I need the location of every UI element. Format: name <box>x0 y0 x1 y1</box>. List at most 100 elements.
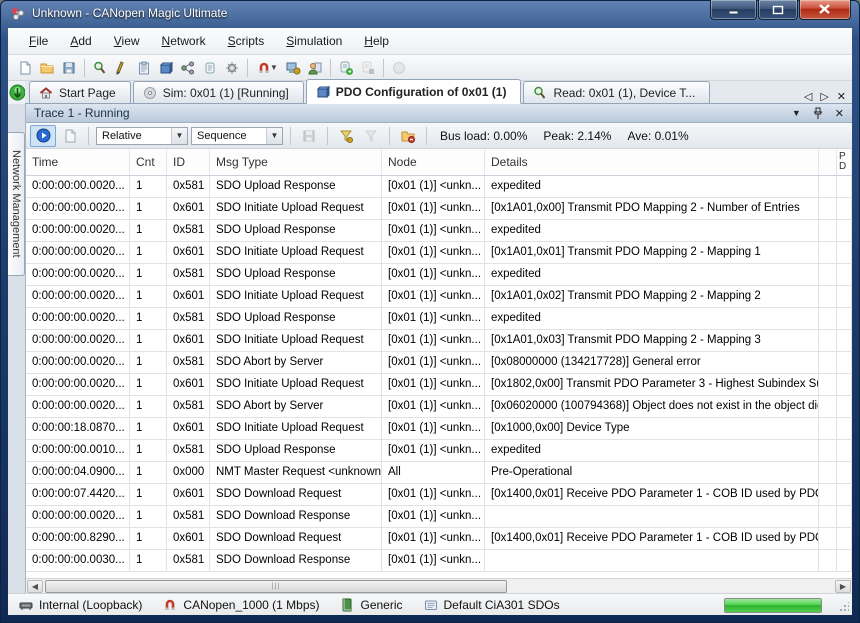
node-simulation-button[interactable] <box>282 58 304 78</box>
sdo-file-icon <box>423 597 439 613</box>
menu-simulation[interactable]: Simulation <box>275 30 353 52</box>
script-stop-button[interactable] <box>357 58 379 78</box>
tab-pdo-configuration-of-0x01-1[interactable]: PDO Configuration of 0x01 (1) <box>306 79 522 104</box>
horizontal-scrollbar[interactable]: ◀ ||| ▶ <box>26 578 852 593</box>
status-item-generic[interactable]: Generic <box>339 597 402 613</box>
trace-table-body: 0:00:00:00.0020...10x581SDO Upload Respo… <box>26 176 852 578</box>
table-row[interactable]: 0:00:00:00.0020...10x601SDO Initiate Upl… <box>26 374 852 396</box>
table-row[interactable]: 0:00:00:00.8290...10x601SDO Download Req… <box>26 528 852 550</box>
table-row[interactable]: 0:00:00:00.0020...10x601SDO Initiate Upl… <box>26 286 852 308</box>
write-button[interactable] <box>111 58 133 78</box>
minimize-button[interactable] <box>710 0 757 20</box>
filter-clear-button[interactable] <box>360 126 382 146</box>
new-document-button[interactable] <box>14 58 36 78</box>
menu-view[interactable]: View <box>103 30 151 52</box>
open-folder-button[interactable] <box>36 58 58 78</box>
tab-start-page[interactable]: Start Page <box>29 81 131 103</box>
tab-scroll-right-icon[interactable]: ▷ <box>820 90 828 103</box>
cell-spacer <box>819 440 837 462</box>
menu-scripts[interactable]: Scripts <box>217 30 276 52</box>
cell-details: expedited <box>485 220 819 242</box>
table-row[interactable]: 0:00:00:00.0020...10x581SDO Upload Respo… <box>26 308 852 330</box>
device-icon <box>18 597 34 613</box>
pin-icon[interactable] <box>813 105 823 121</box>
pdo-configuration-button[interactable] <box>155 58 177 78</box>
status-item-default-cia301-sdos[interactable]: Default CiA301 SDOs <box>423 597 560 613</box>
script-start-button[interactable] <box>335 58 357 78</box>
tab-close-icon[interactable]: ✕ <box>837 90 846 103</box>
cell-spacer <box>819 220 837 242</box>
main-toolbar: ▼ <box>8 55 852 81</box>
table-row[interactable]: 0:00:00:00.0020...10x581SDO Upload Respo… <box>26 264 852 286</box>
table-row[interactable]: 0:00:00:00.0020...10x601SDO Initiate Upl… <box>26 330 852 352</box>
time-mode-select[interactable]: Relative ▼ <box>96 127 188 145</box>
column-header-msg-type[interactable]: Msg Type <box>210 149 382 175</box>
scan-network-button[interactable] <box>89 58 111 78</box>
scroll-right-arrow-icon[interactable]: ▶ <box>835 580 851 593</box>
scrollbar-thumb[interactable]: ||| <box>45 580 507 593</box>
status-item-internal-loopback[interactable]: Internal (Loopback) <box>18 597 142 613</box>
tab-scroll-left-icon[interactable]: ◁ <box>804 90 812 103</box>
cell-id: 0x601 <box>167 528 210 550</box>
table-row[interactable]: 0:00:00:00.0030...10x581SDO Download Res… <box>26 550 852 572</box>
status-item-label: Generic <box>360 598 402 612</box>
order-mode-select[interactable]: Sequence ▼ <box>191 127 283 145</box>
tab-sim-0x01-1-running[interactable]: Sim: 0x01 (1) [Running] <box>133 81 304 103</box>
column-header-details[interactable]: Details <box>485 149 819 175</box>
chevron-down-icon[interactable]: ▼ <box>270 63 278 72</box>
pause-display-button[interactable] <box>59 126 81 146</box>
stop-button[interactable] <box>388 58 410 78</box>
table-row[interactable]: 0:00:00:04.0900...10x000NMT Master Reque… <box>26 462 852 484</box>
chevron-down-icon[interactable]: ▼ <box>266 128 282 144</box>
column-header-id[interactable]: ID <box>167 149 210 175</box>
resize-grip[interactable] <box>839 602 849 612</box>
filter-apply-button[interactable] <box>335 126 357 146</box>
maximize-button[interactable] <box>758 0 798 20</box>
window-maximize-icon <box>770 2 786 18</box>
title-bar[interactable]: Unknown - CANopen Magic Ultimate <box>0 0 860 28</box>
network-management-icon[interactable] <box>9 84 26 101</box>
column-header-node[interactable]: Node <box>382 149 485 175</box>
network-nodes-button[interactable] <box>177 58 199 78</box>
column-header-time[interactable]: Time <box>26 149 130 175</box>
table-row[interactable]: 0:00:00:07.4420...10x601SDO Download Req… <box>26 484 852 506</box>
close-button[interactable] <box>799 0 851 20</box>
sidebar-tab-network-management[interactable]: Network Management <box>8 132 25 276</box>
cell-id: 0x000 <box>167 462 210 484</box>
column-header-clipped[interactable]: P D <box>837 149 852 175</box>
status-item-canopen-1000-1-mbps[interactable]: CANopen_1000 (1 Mbps) <box>162 597 319 613</box>
table-row[interactable]: 0:00:00:00.0020...10x581SDO Download Res… <box>26 506 852 528</box>
menu-file[interactable]: File <box>18 30 59 52</box>
column-header-cnt[interactable]: Cnt <box>130 149 167 175</box>
cell-time: 0:00:00:00.0020... <box>26 264 130 286</box>
table-row[interactable]: 0:00:00:00.0010...10x581SDO Upload Respo… <box>26 440 852 462</box>
read-clipboard-button[interactable] <box>133 58 155 78</box>
menu-help[interactable]: Help <box>353 30 400 52</box>
table-row[interactable]: 0:00:00:00.0020...10x581SDO Upload Respo… <box>26 176 852 198</box>
scroll-left-arrow-icon[interactable]: ◀ <box>27 580 43 593</box>
table-row[interactable]: 0:00:00:00.0020...10x601SDO Initiate Upl… <box>26 242 852 264</box>
trace-run-button[interactable] <box>30 125 56 147</box>
script-button[interactable] <box>199 58 221 78</box>
table-row[interactable]: 0:00:00:00.0020...10x581SDO Abort by Ser… <box>26 396 852 418</box>
tab-read-0x01-1-device-t[interactable]: Read: 0x01 (1), Device T... <box>523 81 710 103</box>
panel-close-icon[interactable]: ✕ <box>835 107 844 120</box>
settings-gear-button[interactable] <box>221 58 243 78</box>
table-row[interactable]: 0:00:00:00.0020...10x581SDO Upload Respo… <box>26 220 852 242</box>
clear-buffer-button[interactable] <box>397 126 419 146</box>
cell-details: expedited <box>485 308 819 330</box>
table-row[interactable]: 0:00:00:00.0020...10x581SDO Abort by Ser… <box>26 352 852 374</box>
menu-add[interactable]: Add <box>59 30 102 52</box>
cell-node: [0x01 (1)] <unkn... <box>382 264 485 286</box>
cell-details: Pre-Operational <box>485 462 819 484</box>
connect-magnet-button[interactable]: ▼ <box>252 58 282 78</box>
chevron-down-icon[interactable]: ▼ <box>171 128 187 144</box>
user-monitor-button[interactable] <box>304 58 326 78</box>
table-row[interactable]: 0:00:00:00.0020...10x601SDO Initiate Upl… <box>26 198 852 220</box>
panel-menu-chevron-icon[interactable]: ▼ <box>792 108 801 118</box>
save-trace-button[interactable] <box>298 126 320 146</box>
trace-panel-header[interactable]: Trace 1 - Running ▼ ✕ <box>26 104 852 123</box>
save-button[interactable] <box>58 58 80 78</box>
table-row[interactable]: 0:00:00:18.0870...10x601SDO Initiate Upl… <box>26 418 852 440</box>
menu-network[interactable]: Network <box>151 30 217 52</box>
